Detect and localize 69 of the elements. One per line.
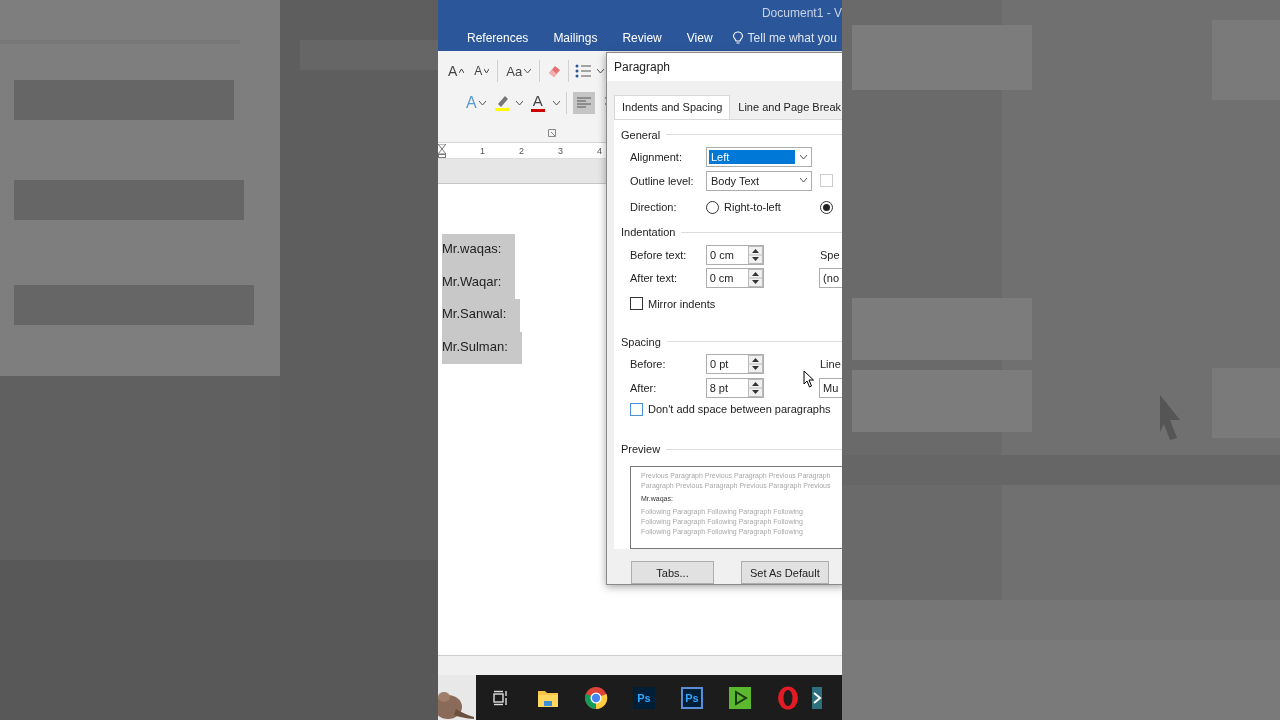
ruler-number: 1: [479, 145, 485, 156]
grow-font-button[interactable]: A: [446, 60, 467, 82]
field-label: Line: [820, 358, 841, 371]
spin-field[interactable]: 8 pt: [705, 377, 764, 398]
dialog-title: Paragraph: [614, 60, 671, 74]
align-left-button[interactable]: [572, 92, 595, 114]
field-label: Spe: [820, 248, 840, 261]
spin-field[interactable]: 0 cm: [705, 268, 764, 289]
radio-label: Right-to-left: [724, 201, 781, 213]
checkbox[interactable]: [630, 402, 643, 416]
eraser-icon[interactable]: [546, 63, 563, 79]
alignment-dropdown[interactable]: Left: [706, 147, 812, 168]
dialog-tab[interactable]: Line and Page Break: [730, 95, 842, 119]
dialog-button[interactable]: Set As Default: [741, 561, 829, 584]
ruler-number: 2: [518, 145, 524, 156]
radio-button[interactable]: [706, 200, 719, 214]
checkbox[interactable]: [630, 297, 643, 311]
spin-arrows-icon[interactable]: [748, 355, 763, 374]
bullet-list-icon[interactable]: [575, 64, 592, 78]
dialog-launcher-icon[interactable]: [548, 129, 556, 137]
spin-field[interactable]: 0 cm: [706, 244, 764, 265]
shrink-font-button[interactable]: A: [472, 60, 492, 82]
radio-button[interactable]: [820, 200, 833, 214]
ribbon-tab[interactable]: Mailings: [553, 31, 598, 45]
field-label: After text:: [630, 272, 679, 285]
caret-icon: [515, 100, 523, 106]
section-heading: Spacing: [621, 335, 661, 348]
dropdown-field[interactable]: (no: [819, 268, 842, 289]
dropdown-field[interactable]: Mu: [819, 377, 842, 398]
ruler-number: 4: [596, 145, 602, 156]
section-heading: Indentation: [621, 226, 676, 239]
spin-arrows-icon[interactable]: [747, 378, 763, 397]
field-label: Before:: [630, 358, 667, 371]
checkbox-label: Don't add space between paragraphs: [648, 403, 831, 416]
field-label: After:: [630, 381, 658, 394]
ribbon-tab[interactable]: References: [467, 31, 529, 45]
ribbon-tab[interactable]: Review: [622, 31, 662, 45]
section-heading: Preview: [621, 443, 661, 456]
highlighter-icon[interactable]: [493, 94, 510, 112]
caret-icon: [799, 178, 807, 184]
spin-field[interactable]: 0 pt: [706, 354, 764, 375]
down-caret-icon: [484, 69, 490, 73]
section-heading: General: [621, 128, 661, 141]
caret-icon: [478, 100, 486, 106]
spin-arrows-icon[interactable]: [747, 269, 763, 288]
ruler-number: 3: [557, 145, 563, 156]
dialog-tab[interactable]: Indents and Spacing: [614, 95, 731, 119]
caret-icon: [524, 68, 532, 74]
checkbox-label: Mirror indents: [648, 297, 716, 310]
caret-icon: [552, 100, 560, 106]
spin-arrows-icon[interactable]: [748, 245, 763, 264]
up-caret-icon: [459, 69, 465, 73]
field-label: Before text:: [630, 248, 688, 261]
field-label: Outline level:: [630, 174, 695, 187]
field-label: Alignment:: [630, 151, 683, 164]
font-color-button[interactable]: A: [528, 92, 547, 114]
dialog-button[interactable]: Tabs...: [631, 561, 714, 584]
mouse-pointer-icon: [803, 370, 815, 388]
change-case-button[interactable]: Aa: [504, 60, 534, 82]
ribbon-tab[interactable]: View: [686, 31, 713, 45]
window-title: Document1 - V: [761, 5, 842, 20]
tell-me-field[interactable]: Tell me what you: [732, 31, 837, 45]
lightbulb-icon: [732, 31, 743, 45]
caret-icon: [799, 154, 807, 160]
field-label: Direction:: [630, 201, 678, 213]
outline-level-dropdown[interactable]: Body Text: [706, 170, 812, 191]
caret-icon: [597, 68, 605, 74]
indent-marker-icon[interactable]: [438, 143, 446, 158]
align-left-icon: [576, 97, 591, 109]
